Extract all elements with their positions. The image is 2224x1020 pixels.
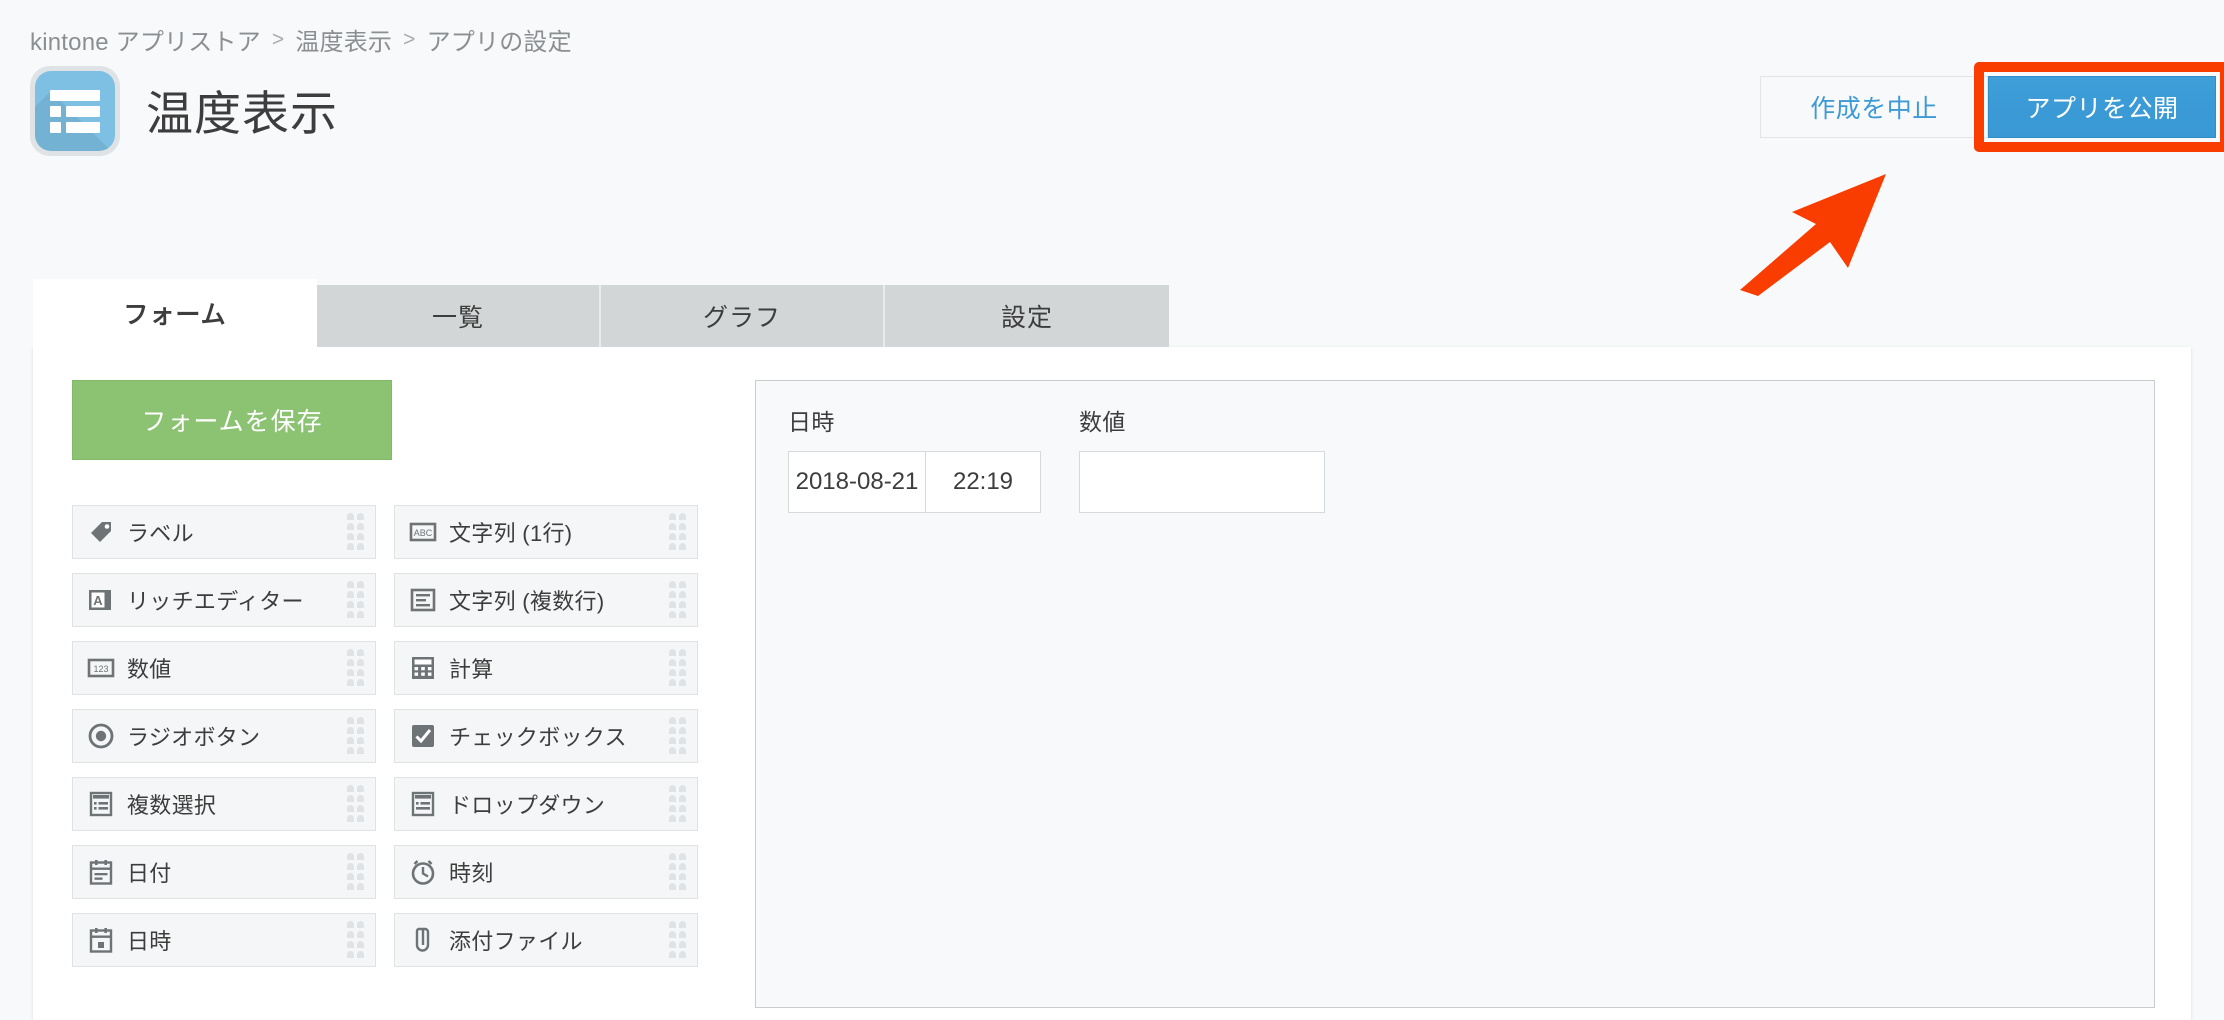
multi-select-icon [86,789,116,819]
palette-item-dropdown[interactable]: ドロップダウン [394,777,698,831]
calculator-icon [408,653,438,683]
palette-item-time[interactable]: 時刻 [394,845,698,899]
palette-item-radio-button[interactable]: ラジオボタン [72,709,376,763]
drag-handle[interactable] [347,853,365,891]
palette-item-checkbox[interactable]: チェックボックス [394,709,698,763]
palette-item-multi-line-text[interactable]: 文字列 (複数行) [394,573,698,627]
tab-list[interactable]: 一覧 [317,285,601,347]
drag-handle[interactable] [669,581,687,619]
breadcrumb-separator-icon: > [403,27,416,51]
datetime-inputs: 2018-08-21 22:19 [788,451,1041,513]
palette-item-label-text: リッチエディター [127,589,304,614]
radio-button-icon [86,721,116,751]
drag-handle[interactable] [669,649,687,687]
drag-handle[interactable] [669,921,687,959]
palette-item-label-text: 日付 [127,861,172,886]
palette-item-label-text: 文字列 (1行) [449,521,573,546]
drag-handle[interactable] [347,717,365,755]
palette-item-label-text: 計算 [449,657,494,682]
palette-item-label-text: ラジオボタン [127,725,261,750]
breadcrumb-item-settings: アプリの設定 [426,29,572,56]
checkbox-icon [408,721,438,751]
paperclip-icon [408,925,438,955]
palette-item-label-text: 添付ファイル [449,929,583,954]
list-app-icon [35,71,115,151]
dropdown-icon [408,789,438,819]
palette-item-label-text: 複数選択 [127,793,217,818]
drag-handle[interactable] [347,581,365,619]
tab-graph[interactable]: グラフ [601,285,885,347]
palette-item-number[interactable]: 123 数値 [72,641,376,695]
palette-item-calculation[interactable]: 計算 [394,641,698,695]
abc-icon: ABC [408,517,438,547]
field-palette: フォームを保存 ラベル ABC 文字列 (1行) A リッチエディター 文字列 … [72,380,717,967]
drag-handle[interactable] [347,785,365,823]
123-number-icon: 123 [86,653,116,683]
form-field-datetime-label: 日時 [788,409,835,435]
calendar-datetime-icon [86,925,116,955]
drag-handle[interactable] [669,785,687,823]
palette-item-label-text: 時刻 [449,861,494,886]
settings-tabs: フォーム 一覧 グラフ 設定 [33,279,1169,347]
tab-form[interactable]: フォーム [33,279,317,347]
drag-handle[interactable] [347,649,365,687]
time-input[interactable]: 22:19 [926,451,1041,513]
palette-item-label-text: 日時 [127,929,172,954]
calendar-date-icon [86,857,116,887]
tab-settings[interactable]: 設定 [885,285,1169,347]
palette-item-attachment[interactable]: 添付ファイル [394,913,698,967]
number-input[interactable] [1079,451,1325,513]
palette-item-label-text: 数値 [127,657,172,682]
drag-handle[interactable] [347,921,365,959]
form-preview-canvas[interactable]: 日時 2018-08-21 22:19 数値 [755,380,2155,1008]
svg-text:ABC: ABC [414,528,433,538]
kintone-app-settings-page: kintone アプリストア > 温度表示 > アプリの設定 温度表示 作成を中… [0,0,2224,1020]
form-field-row: 日時 2018-08-21 22:19 数値 [788,403,1325,513]
palette-item-single-line-text[interactable]: ABC 文字列 (1行) [394,505,698,559]
palette-item-label-text: チェックボックス [449,725,627,750]
page-title: 温度表示 [146,86,338,140]
drag-handle[interactable] [669,853,687,891]
palette-item-label-text: 文字列 (複数行) [449,589,605,614]
drag-handle[interactable] [669,717,687,755]
app-icon-glyph [50,89,100,133]
palette-item-label[interactable]: ラベル [72,505,376,559]
form-field-number[interactable]: 数値 [1079,403,1325,513]
palette-item-label-text: ドロップダウン [449,793,606,818]
palette-item-rich-editor[interactable]: A リッチエディター [72,573,376,627]
breadcrumb-item-appstore[interactable]: kintone アプリストア [30,22,261,57]
publish-app-button[interactable]: アプリを公開 [1988,76,2216,138]
field-palette-grid: ラベル ABC 文字列 (1行) A リッチエディター 文字列 (複数行) 12… [72,505,717,967]
app-header: 温度表示 [30,66,338,156]
palette-item-date[interactable]: 日付 [72,845,376,899]
publish-button-wrapper: アプリを公開 [1974,62,2224,152]
drag-handle[interactable] [669,513,687,551]
svg-text:123: 123 [93,664,108,674]
palette-item-label-text: ラベル [127,521,194,546]
drag-handle[interactable] [347,513,365,551]
form-editor-panel: フォームを保存 ラベル ABC 文字列 (1行) A リッチエディター 文字列 … [33,347,2191,1020]
multiline-text-icon [408,585,438,615]
form-field-datetime[interactable]: 日時 2018-08-21 22:19 [788,403,1041,513]
tag-icon [86,517,116,547]
breadcrumb: kintone アプリストア > 温度表示 > アプリの設定 [30,22,572,57]
svg-text:A: A [93,593,103,608]
cancel-creation-button[interactable]: 作成を中止 [1760,76,1988,138]
header-actions: 作成を中止 アプリを公開 [1760,62,2224,152]
breadcrumb-separator-icon: > [271,27,285,51]
palette-item-multi-select[interactable]: 複数選択 [72,777,376,831]
palette-item-datetime[interactable]: 日時 [72,913,376,967]
clock-icon [408,857,438,887]
breadcrumb-item-app[interactable]: 温度表示 [295,22,392,57]
annotation-arrow-icon [1740,174,1886,296]
date-input[interactable]: 2018-08-21 [788,451,926,513]
rich-text-a-icon: A [86,585,116,615]
save-form-button[interactable]: フォームを保存 [72,380,392,460]
form-field-number-label: 数値 [1079,409,1126,435]
app-icon[interactable] [30,66,120,156]
